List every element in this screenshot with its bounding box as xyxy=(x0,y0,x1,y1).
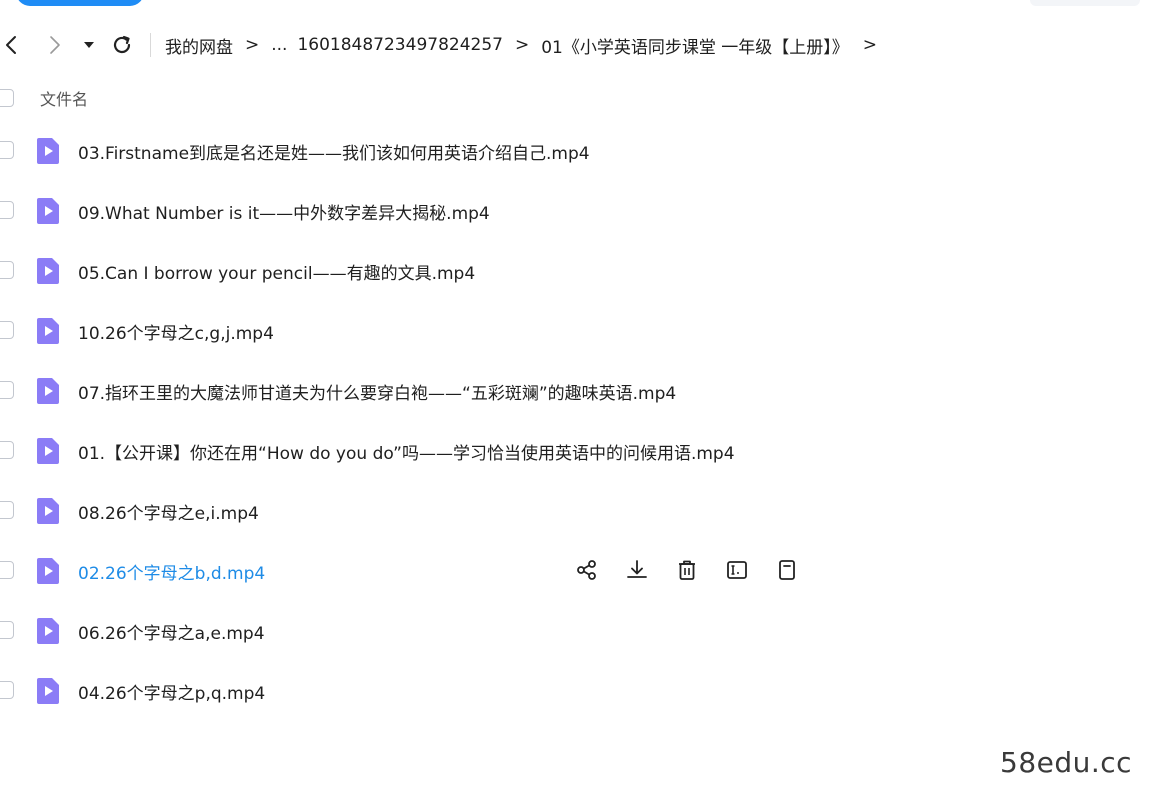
download-button[interactable] xyxy=(624,555,650,585)
nav-divider xyxy=(150,33,151,57)
navigation-bar: 我的网盘 > ... 1601848723497824257 > 01《小学英语… xyxy=(0,28,1158,62)
file-row[interactable]: 03.Firstname到底是名还是姓——我们该如何用英语介绍自己.mp4 xyxy=(0,120,1158,180)
file-name[interactable]: 04.26个字母之p,q.mp4 xyxy=(78,679,265,704)
caret-down-icon xyxy=(84,42,94,48)
row-checkbox[interactable] xyxy=(0,561,14,579)
breadcrumb-root[interactable]: 我的网盘 xyxy=(165,33,233,58)
row-checkbox[interactable] xyxy=(0,441,14,459)
video-file-icon xyxy=(37,558,59,584)
video-file-icon xyxy=(37,318,59,344)
file-row[interactable]: 08.26个字母之e,i.mp4 xyxy=(0,480,1158,540)
video-file-icon xyxy=(37,678,59,704)
history-dropdown-button[interactable] xyxy=(82,30,96,60)
select-all-checkbox[interactable] xyxy=(0,89,14,107)
row-checkbox[interactable] xyxy=(0,381,14,399)
video-file-icon xyxy=(37,438,59,464)
video-file-icon xyxy=(37,378,59,404)
breadcrumb-separator: > xyxy=(514,35,530,55)
file-name[interactable]: 07.指环王里的大魔法师甘道夫为什么要穿白袍——“五彩斑斓”的趣味英语.mp4 xyxy=(78,379,676,404)
file-name[interactable]: 02.26个字母之b,d.mp4 xyxy=(78,559,265,584)
row-checkbox[interactable] xyxy=(0,321,14,339)
breadcrumb-separator: > xyxy=(862,35,878,55)
file-name[interactable]: 01.【公开课】你还在用“How do you do”吗——学习恰当使用英语中的… xyxy=(78,439,735,464)
rename-button[interactable] xyxy=(724,555,750,585)
download-icon xyxy=(627,560,647,578)
row-checkbox[interactable] xyxy=(0,201,14,219)
file-name[interactable]: 10.26个字母之c,g,j.mp4 xyxy=(78,319,274,344)
file-row[interactable]: 10.26个字母之c,g,j.mp4 xyxy=(0,300,1158,360)
breadcrumb-current[interactable]: 01《小学英语同步课堂 一年级【上册】》 xyxy=(541,33,849,58)
breadcrumb-ellipsis[interactable]: ... xyxy=(271,35,287,55)
video-file-icon xyxy=(37,138,59,164)
column-title-filename: 文件名 xyxy=(40,90,89,109)
row-actions xyxy=(574,555,800,585)
file-name[interactable]: 08.26个字母之e,i.mp4 xyxy=(78,499,259,524)
share-icon xyxy=(577,560,596,580)
file-row[interactable]: 05.Can I borrow your pencil——有趣的文具.mp4 xyxy=(0,240,1158,300)
file-row[interactable]: 09.What Number is it——中外数字差异大揭秘.mp4 xyxy=(0,180,1158,240)
file-list: 03.Firstname到底是名还是姓——我们该如何用英语介绍自己.mp4 09… xyxy=(0,120,1158,720)
video-file-icon xyxy=(37,618,59,644)
top-primary-button[interactable] xyxy=(16,0,144,6)
file-row[interactable]: 04.26个字母之p,q.mp4 xyxy=(0,660,1158,720)
forward-button[interactable] xyxy=(44,30,66,60)
file-row-hovered[interactable]: 02.26个字母之b,d.mp4 xyxy=(0,540,1158,600)
share-button[interactable] xyxy=(574,555,600,585)
chevron-right-icon xyxy=(50,36,60,54)
file-name[interactable]: 06.26个字母之a,e.mp4 xyxy=(78,619,265,644)
file-name[interactable]: 05.Can I borrow your pencil——有趣的文具.mp4 xyxy=(78,259,475,284)
rename-icon xyxy=(727,561,747,579)
row-checkbox[interactable] xyxy=(0,261,14,279)
delete-button[interactable] xyxy=(674,555,700,585)
file-row[interactable]: 01.【公开课】你还在用“How do you do”吗——学习恰当使用英语中的… xyxy=(0,420,1158,480)
refresh-icon xyxy=(113,35,131,54)
row-checkbox[interactable] xyxy=(0,681,14,699)
trash-icon xyxy=(679,560,695,580)
video-file-icon xyxy=(37,258,59,284)
breadcrumb-separator: > xyxy=(245,35,260,55)
video-file-icon xyxy=(37,198,59,224)
row-checkbox[interactable] xyxy=(0,501,14,519)
watermark: 58edu.cc xyxy=(1000,746,1133,779)
video-file-icon xyxy=(37,498,59,524)
top-search-bar[interactable] xyxy=(1030,0,1140,6)
back-button[interactable] xyxy=(0,30,22,60)
chevron-left-icon xyxy=(6,36,16,54)
list-header: 文件名 xyxy=(0,84,1158,112)
more-button[interactable] xyxy=(774,555,800,585)
file-name[interactable]: 03.Firstname到底是名还是姓——我们该如何用英语介绍自己.mp4 xyxy=(78,139,590,164)
row-checkbox[interactable] xyxy=(0,621,14,639)
file-name[interactable]: 09.What Number is it——中外数字差异大揭秘.mp4 xyxy=(78,199,490,224)
document-icon xyxy=(779,560,795,580)
refresh-button[interactable] xyxy=(110,30,134,60)
breadcrumb-folder[interactable]: 1601848723497824257 xyxy=(297,35,503,55)
row-checkbox[interactable] xyxy=(0,141,14,159)
file-row[interactable]: 07.指环王里的大魔法师甘道夫为什么要穿白袍——“五彩斑斓”的趣味英语.mp4 xyxy=(0,360,1158,420)
file-row[interactable]: 06.26个字母之a,e.mp4 xyxy=(0,600,1158,660)
